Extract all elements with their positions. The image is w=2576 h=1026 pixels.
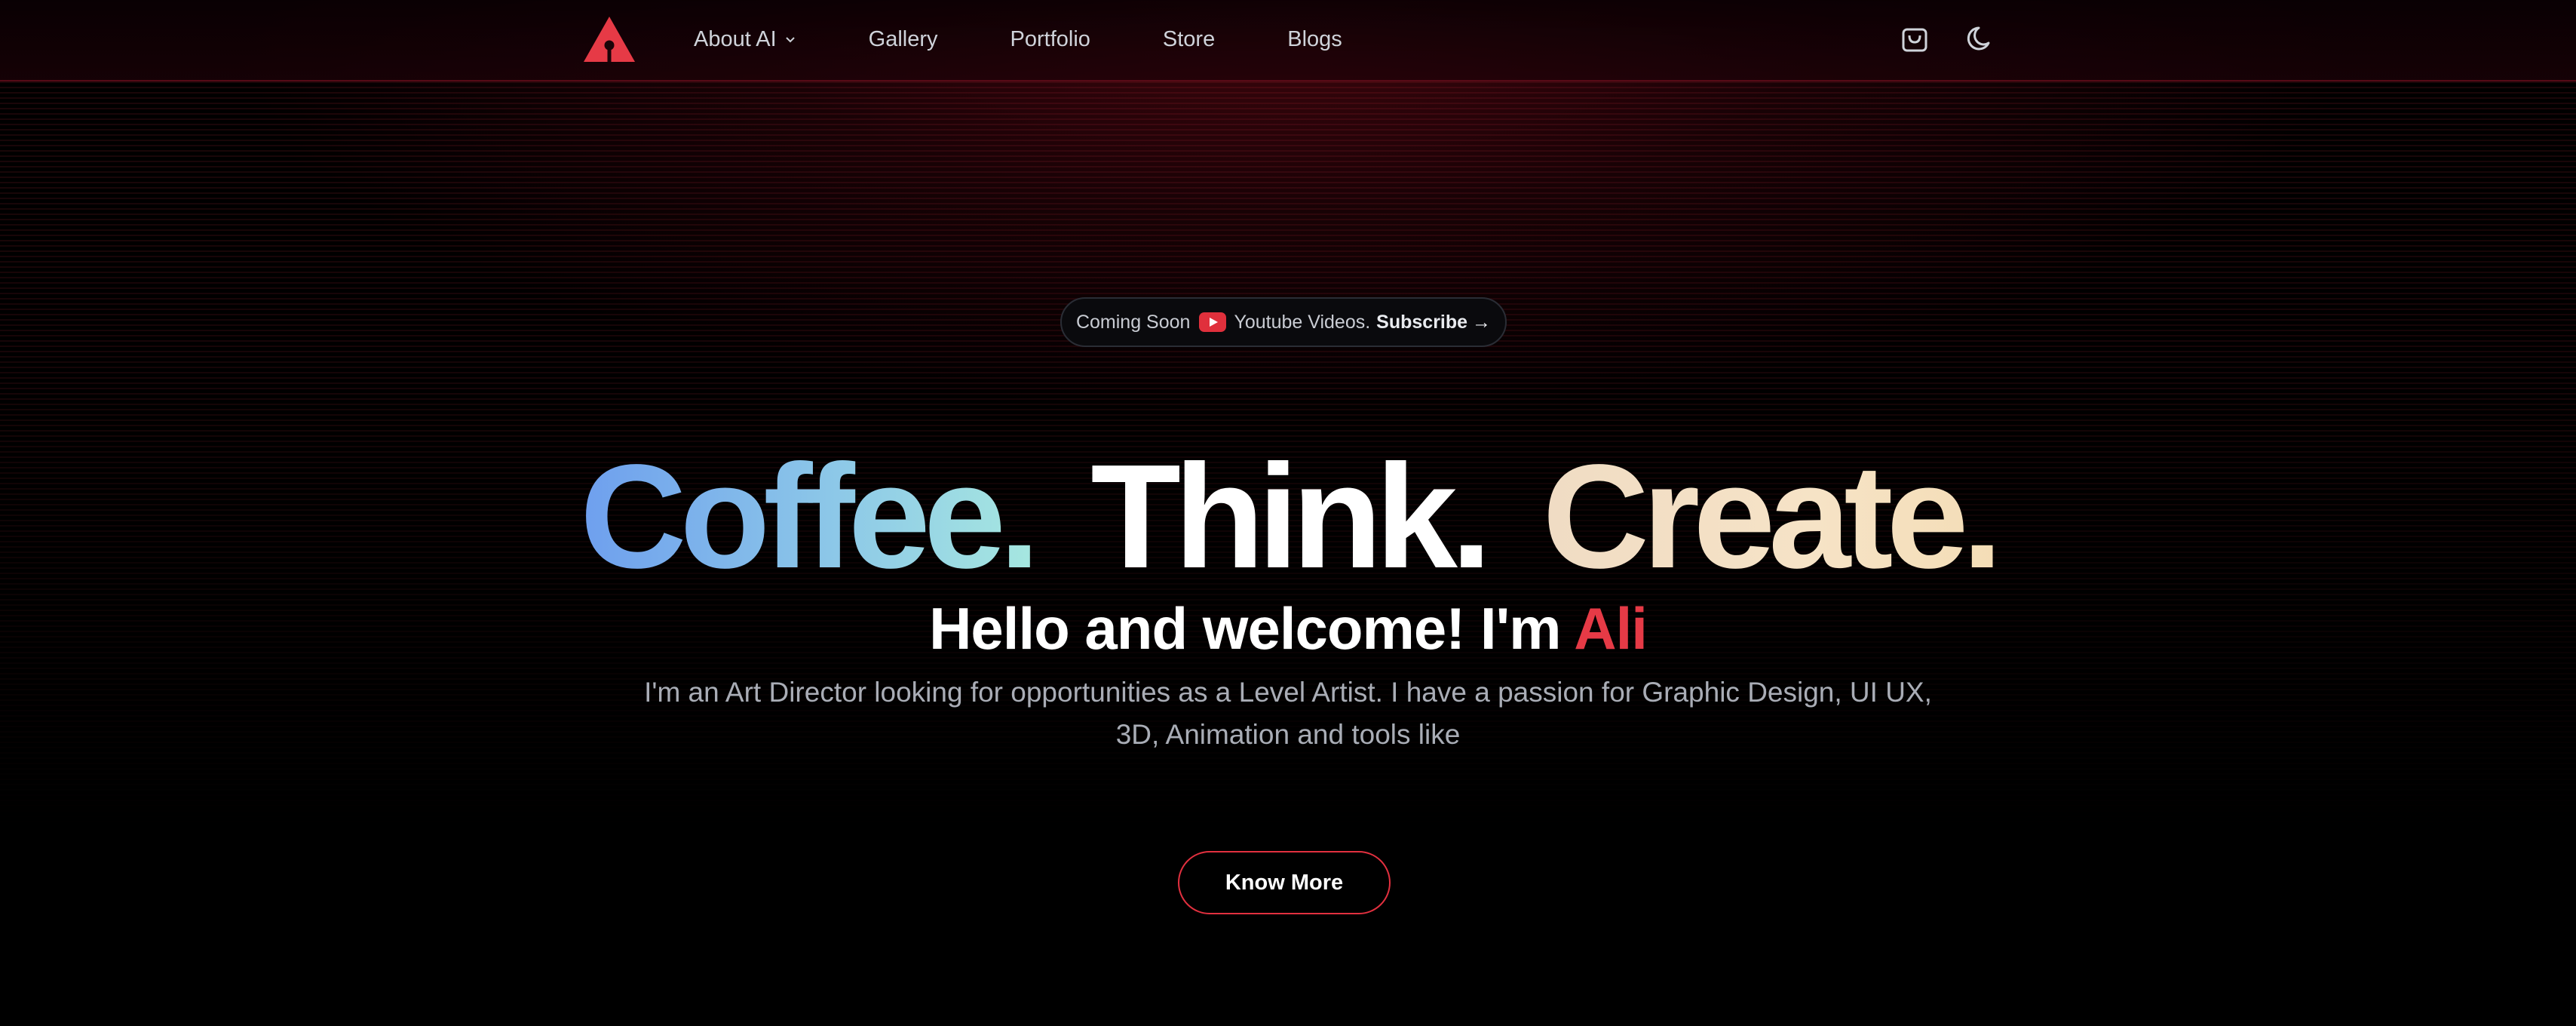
moon-icon[interactable] bbox=[1966, 23, 1998, 54]
nav-item-about-ai[interactable]: About AI bbox=[694, 27, 796, 52]
nav-item-label: Gallery bbox=[868, 26, 938, 51]
nav-item-portfolio[interactable]: Portfolio bbox=[1010, 27, 1090, 52]
triangle-keyhole-logo[interactable] bbox=[584, 17, 635, 62]
subscribe-link[interactable]: Subscribe bbox=[1376, 312, 1467, 333]
nav-item-label: Store bbox=[1162, 26, 1216, 51]
badge-prefix: Coming Soon bbox=[1075, 311, 1191, 333]
hero-headline: Coffee. Think. Create. bbox=[0, 430, 2576, 604]
headline-word-coffee: Coffee. bbox=[580, 430, 1040, 604]
youtube-announcement-badge[interactable]: Coming Soon Youtube Videos. Subscribe → bbox=[1060, 297, 1507, 347]
nav-item-gallery[interactable]: Gallery bbox=[869, 27, 938, 52]
headline-word-think: Think. bbox=[1090, 434, 1492, 599]
badge-text: Youtube Videos. bbox=[1234, 311, 1371, 333]
greeting-heading: Hello and welcome! I'm Ali bbox=[0, 594, 2576, 663]
top-navbar: About AI Gallery Portfolio Store Blogs bbox=[0, 0, 2576, 81]
headline-word-create: Create. bbox=[1542, 430, 2003, 604]
nav-item-label: Portfolio bbox=[1010, 26, 1090, 51]
nav-item-blogs[interactable]: Blogs bbox=[1287, 27, 1342, 52]
greeting-text: Hello and welcome! I'm bbox=[929, 595, 1561, 662]
nav-item-label: About AI bbox=[694, 26, 777, 51]
chevron-down-icon bbox=[785, 37, 795, 43]
nav-item-store[interactable]: Store bbox=[1163, 27, 1215, 52]
nav-item-label: Blogs bbox=[1287, 26, 1342, 51]
youtube-icon bbox=[1199, 312, 1227, 332]
bio-paragraph: I'm an Art Director looking for opportun… bbox=[644, 677, 1932, 750]
shopping-bag-icon[interactable] bbox=[1899, 23, 1930, 54]
know-more-button[interactable]: Know More bbox=[1178, 851, 1391, 914]
page: About AI Gallery Portfolio Store Blogs C… bbox=[0, 0, 2576, 1026]
nav-links: About AI Gallery Portfolio Store Blogs bbox=[694, 0, 1342, 78]
greeting-name: Ali bbox=[1574, 595, 1648, 662]
arrow-right-icon: → bbox=[1472, 311, 1492, 333]
